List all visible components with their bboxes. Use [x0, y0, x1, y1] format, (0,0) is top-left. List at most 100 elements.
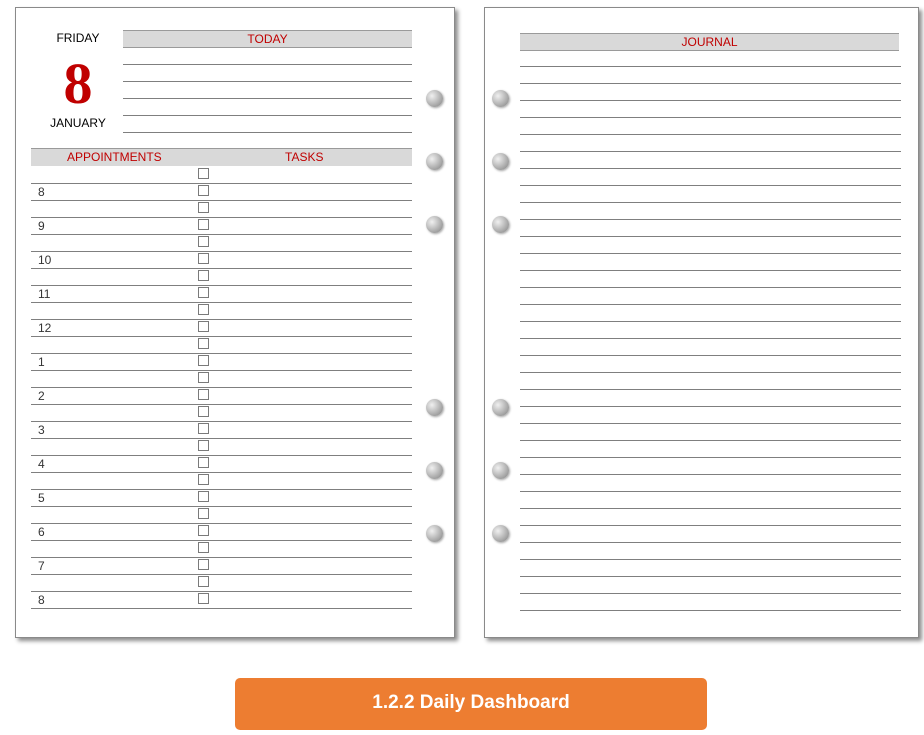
- journal-line[interactable]: [520, 389, 901, 390]
- journal-line[interactable]: [520, 185, 901, 186]
- task-checkbox[interactable]: [198, 185, 209, 196]
- hour-label: 7: [38, 559, 45, 573]
- schedule-row[interactable]: 8: [31, 183, 412, 201]
- journal-line[interactable]: [520, 338, 901, 339]
- task-checkbox[interactable]: [198, 457, 209, 468]
- hour-label: 8: [38, 593, 45, 607]
- hour-label: 12: [38, 321, 52, 335]
- journal-line[interactable]: [520, 440, 901, 441]
- task-checkbox[interactable]: [198, 423, 209, 434]
- task-checkbox[interactable]: [198, 321, 209, 332]
- journal-line[interactable]: [520, 219, 901, 220]
- today-line[interactable]: [123, 98, 412, 99]
- journal-line[interactable]: [520, 134, 901, 135]
- journal-line[interactable]: [520, 236, 901, 237]
- schedule-row[interactable]: [31, 302, 412, 320]
- journal-line[interactable]: [520, 355, 901, 356]
- today-line[interactable]: [123, 115, 412, 116]
- month-name: JANUARY: [50, 116, 106, 130]
- schedule-row[interactable]: 2: [31, 387, 412, 405]
- task-checkbox[interactable]: [198, 491, 209, 502]
- journal-line[interactable]: [520, 168, 901, 169]
- journal-line[interactable]: [520, 406, 901, 407]
- journal-line[interactable]: [520, 304, 901, 305]
- schedule-row[interactable]: [31, 506, 412, 524]
- schedule-row[interactable]: 4: [31, 455, 412, 473]
- schedule-row[interactable]: [31, 200, 412, 218]
- task-checkbox[interactable]: [198, 576, 209, 587]
- journal-line[interactable]: [520, 321, 901, 322]
- journal-line[interactable]: [520, 457, 901, 458]
- task-checkbox[interactable]: [198, 474, 209, 485]
- task-checkbox[interactable]: [198, 525, 209, 536]
- schedule-row[interactable]: 5: [31, 489, 412, 507]
- journal-line[interactable]: [520, 525, 901, 526]
- binder-hole-icon: [492, 399, 509, 416]
- schedule-row[interactable]: 1: [31, 353, 412, 371]
- schedule-row[interactable]: 3: [31, 421, 412, 439]
- task-checkbox[interactable]: [198, 253, 209, 264]
- journal-line[interactable]: [520, 66, 901, 67]
- journal-line[interactable]: [520, 253, 901, 254]
- task-checkbox[interactable]: [198, 270, 209, 281]
- task-checkbox[interactable]: [198, 202, 209, 213]
- task-checkbox[interactable]: [198, 372, 209, 383]
- binder-hole-icon: [492, 90, 509, 107]
- task-checkbox[interactable]: [198, 389, 209, 400]
- binder-hole-icon: [426, 525, 443, 542]
- journal-line[interactable]: [520, 474, 901, 475]
- journal-line[interactable]: [520, 508, 901, 509]
- schedule-row[interactable]: [31, 438, 412, 456]
- schedule-row[interactable]: [31, 404, 412, 422]
- journal-line[interactable]: [520, 287, 901, 288]
- task-checkbox[interactable]: [198, 236, 209, 247]
- schedule-row[interactable]: 12: [31, 319, 412, 337]
- schedule-row[interactable]: [31, 540, 412, 558]
- task-checkbox[interactable]: [198, 406, 209, 417]
- schedule-row[interactable]: [31, 268, 412, 286]
- binder-hole-icon: [426, 90, 443, 107]
- schedule-row[interactable]: [31, 234, 412, 252]
- schedule-row[interactable]: 6: [31, 523, 412, 541]
- task-checkbox[interactable]: [198, 355, 209, 366]
- today-line[interactable]: [123, 132, 412, 133]
- journal-line[interactable]: [520, 202, 901, 203]
- schedule-row[interactable]: [31, 166, 412, 184]
- journal-line[interactable]: [520, 542, 901, 543]
- journal-line[interactable]: [520, 593, 901, 594]
- journal-line[interactable]: [520, 151, 901, 152]
- task-checkbox[interactable]: [198, 559, 209, 570]
- journal-line[interactable]: [520, 372, 901, 373]
- task-checkbox[interactable]: [198, 304, 209, 315]
- journal-line[interactable]: [520, 117, 901, 118]
- title-banner: 1.2.2 Daily Dashboard: [235, 678, 707, 730]
- today-line[interactable]: [123, 81, 412, 82]
- task-checkbox[interactable]: [198, 338, 209, 349]
- day-number: 8: [63, 51, 93, 116]
- journal-line[interactable]: [520, 610, 901, 611]
- task-checkbox[interactable]: [198, 593, 209, 604]
- schedule-row[interactable]: [31, 336, 412, 354]
- schedule-row[interactable]: [31, 472, 412, 490]
- task-checkbox[interactable]: [198, 508, 209, 519]
- journal-line[interactable]: [520, 491, 901, 492]
- task-checkbox[interactable]: [198, 440, 209, 451]
- schedule-row[interactable]: [31, 574, 412, 592]
- journal-line[interactable]: [520, 423, 901, 424]
- task-checkbox[interactable]: [198, 168, 209, 179]
- schedule-row[interactable]: 10: [31, 251, 412, 269]
- schedule-row[interactable]: 11: [31, 285, 412, 303]
- schedule-row[interactable]: 7: [31, 557, 412, 575]
- journal-line[interactable]: [520, 270, 901, 271]
- today-line[interactable]: [123, 64, 412, 65]
- task-checkbox[interactable]: [198, 219, 209, 230]
- task-checkbox[interactable]: [198, 542, 209, 553]
- schedule-row[interactable]: 8: [31, 591, 412, 609]
- task-checkbox[interactable]: [198, 287, 209, 298]
- journal-line[interactable]: [520, 559, 901, 560]
- journal-line[interactable]: [520, 83, 901, 84]
- journal-line[interactable]: [520, 100, 901, 101]
- schedule-row[interactable]: [31, 370, 412, 388]
- journal-line[interactable]: [520, 576, 901, 577]
- schedule-row[interactable]: 9: [31, 217, 412, 235]
